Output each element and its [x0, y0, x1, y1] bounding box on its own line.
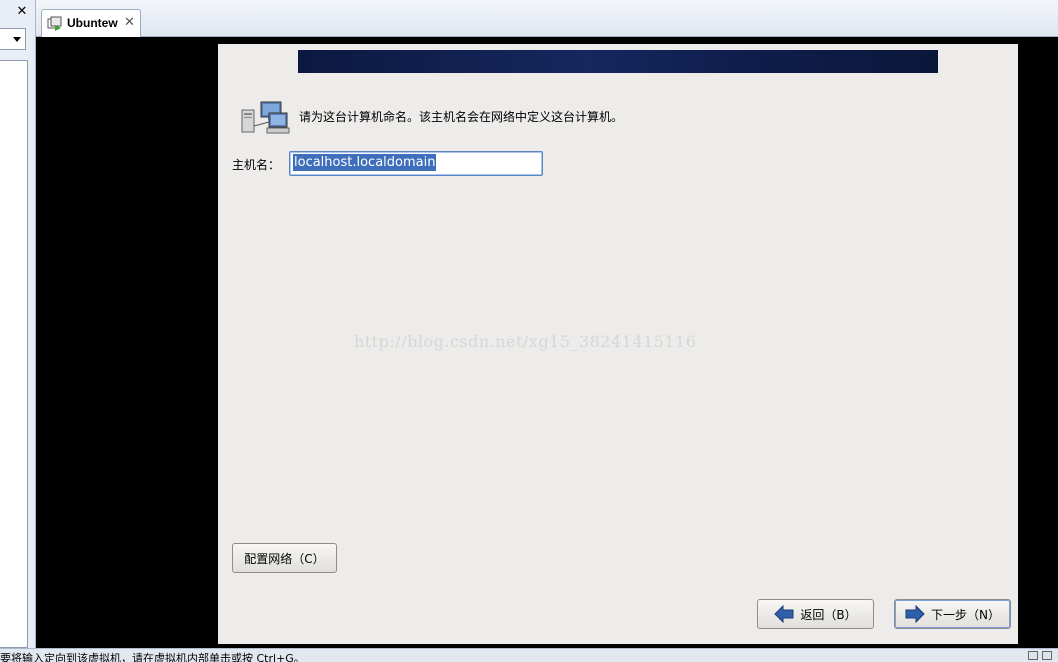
back-button[interactable]: 返回（B） — [757, 599, 874, 629]
tab-ubuntew[interactable]: Ubuntew ✕ — [41, 9, 141, 37]
configure-network-label: 配置网络（C） — [244, 551, 325, 566]
network-computers-icon — [241, 101, 290, 134]
vm-workstation-window: ✕ Ubuntew ✕ 请为这台计算机命名。该主机名会在网络中定义这台计算机。 … — [0, 0, 1058, 662]
device-icon[interactable] — [1042, 651, 1052, 660]
next-arrow-icon — [905, 605, 925, 623]
hostname-label: 主机名： — [232, 158, 281, 172]
library-close-icon[interactable]: ✕ — [15, 5, 29, 19]
installer-banner — [298, 50, 938, 73]
back-label: 返回（B） — [800, 607, 857, 622]
device-icon[interactable] — [1028, 651, 1038, 660]
watermark: http://blog.csdn.net/xg15_38241415116 — [354, 332, 697, 351]
status-bar: 要将输入定向到该虚拟机，请在虚拟机内部单击或按 Ctrl+G。 — [0, 648, 1058, 662]
tab-bar: Ubuntew ✕ — [36, 0, 1058, 37]
tab-label: Ubuntew — [67, 16, 118, 30]
status-text: 要将输入定向到该虚拟机，请在虚拟机内部单击或按 Ctrl+G。 — [0, 652, 305, 662]
hostname-input[interactable]: localhost.localdomain — [289, 151, 543, 176]
intro-text: 请为这台计算机命名。该主机名会在网络中定义这台计算机。 — [299, 110, 624, 124]
status-icons — [1028, 651, 1052, 660]
chevron-down-icon — [13, 37, 21, 42]
hostname-value: localhost.localdomain — [293, 154, 437, 171]
library-tree[interactable] — [0, 60, 28, 648]
next-label: 下一步（N） — [931, 607, 1000, 622]
library-panel: ✕ — [0, 0, 36, 662]
library-search-dropdown[interactable] — [0, 28, 26, 50]
tab-close-icon[interactable]: ✕ — [124, 15, 135, 30]
next-button[interactable]: 下一步（N） — [894, 599, 1011, 629]
vm-icon — [47, 16, 62, 31]
configure-network-button[interactable]: 配置网络（C） — [232, 543, 337, 573]
back-arrow-icon — [774, 605, 794, 623]
installer-screen: 请为这台计算机命名。该主机名会在网络中定义这台计算机。 主机名： localho… — [218, 44, 1018, 644]
